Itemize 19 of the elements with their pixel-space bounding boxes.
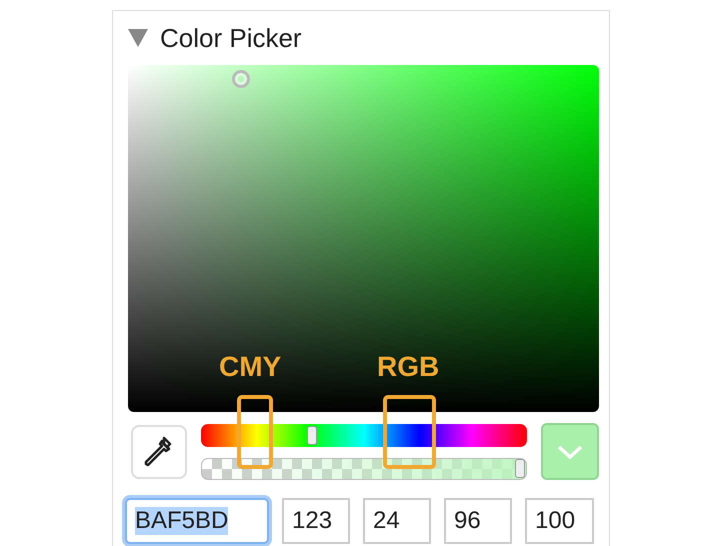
annotation-label: CMY bbox=[219, 351, 282, 383]
alpha-thumb[interactable] bbox=[515, 458, 525, 478]
value-input[interactable]: 24 bbox=[363, 498, 431, 544]
chevron-down-icon bbox=[557, 444, 583, 458]
panel-title: Color Picker bbox=[160, 22, 302, 54]
eyedropper-button[interactable] bbox=[131, 424, 187, 478]
saturation-brightness-area[interactable] bbox=[128, 65, 599, 412]
annotation-label: RGB bbox=[377, 351, 440, 383]
value-input[interactable]: 100 bbox=[525, 498, 594, 544]
hex-input[interactable]: BAF5BD bbox=[125, 498, 269, 544]
hue-thumb[interactable] bbox=[306, 426, 317, 444]
color-swatch-button[interactable] bbox=[541, 423, 599, 480]
collapse-icon[interactable] bbox=[128, 29, 148, 47]
eyedropper-icon bbox=[144, 436, 174, 468]
value-input[interactable]: 123 bbox=[282, 498, 350, 544]
value-input[interactable]: 96 bbox=[444, 498, 512, 544]
picker-handle[interactable] bbox=[232, 70, 250, 88]
alpha-slider[interactable] bbox=[201, 458, 527, 480]
hue-slider[interactable] bbox=[201, 424, 527, 446]
